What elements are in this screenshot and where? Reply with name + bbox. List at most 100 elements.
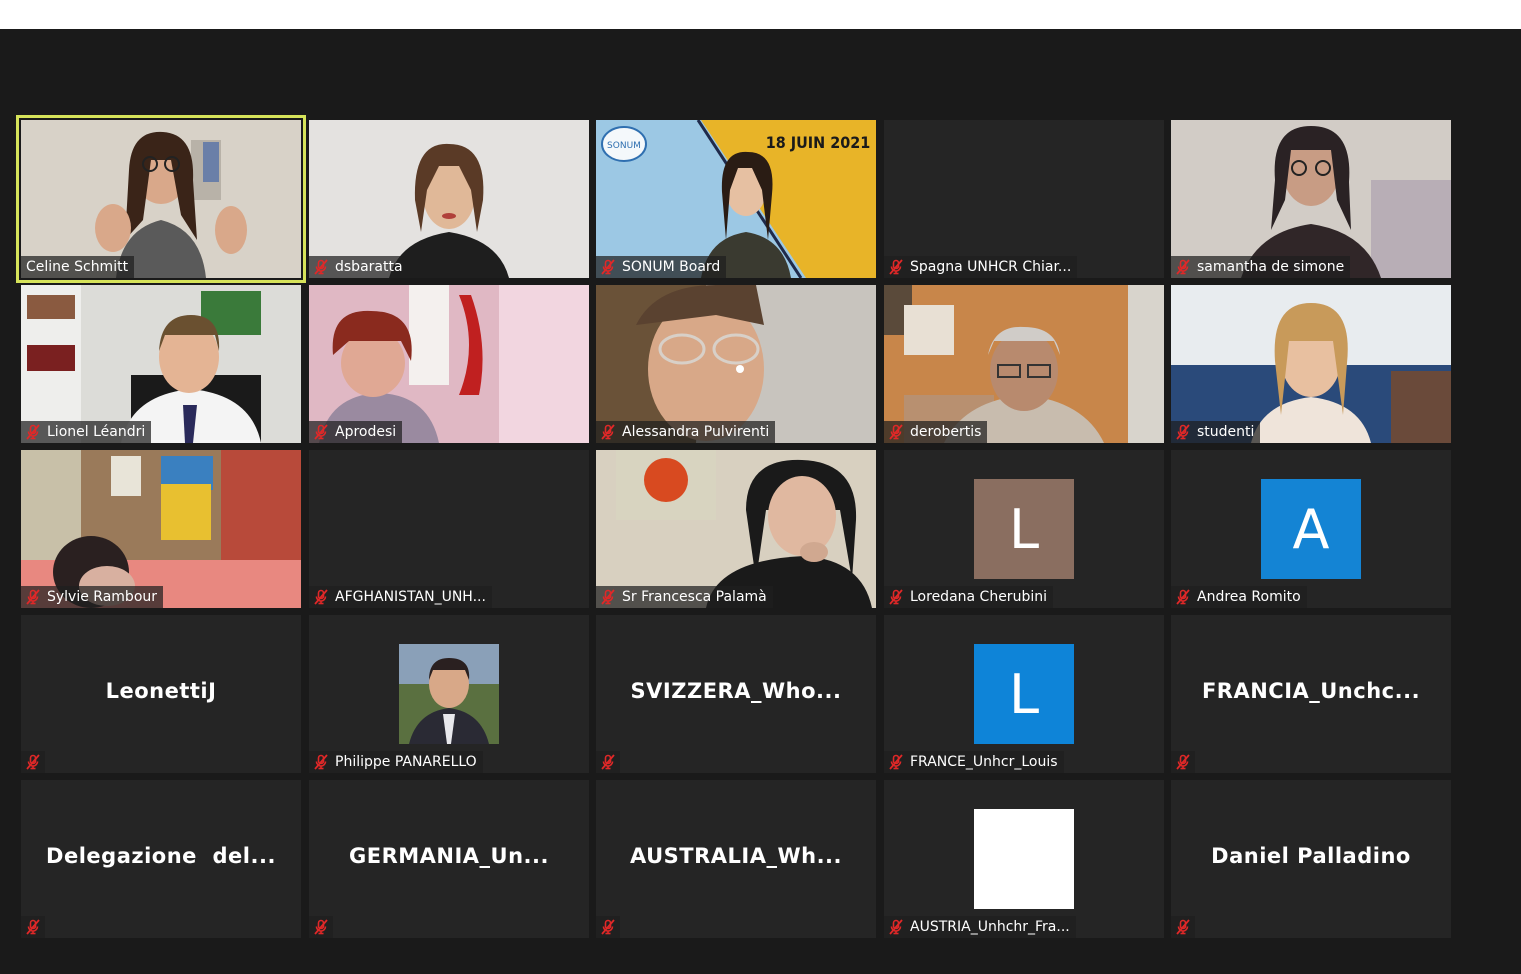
participant-video bbox=[21, 285, 301, 443]
participant-name: Sr Francesca Palamà bbox=[622, 589, 767, 605]
mic-muted-icon bbox=[1175, 754, 1191, 770]
participant-nameplate: Spagna UNHCR Chiar... bbox=[884, 256, 1078, 278]
video-tile-dsbaratta[interactable]: dsbaratta bbox=[309, 120, 589, 278]
video-tile-svizzera-who[interactable]: SVIZZERA_Who... bbox=[596, 615, 876, 773]
participant-nameplate: Andrea Romito bbox=[1171, 586, 1307, 608]
participant-nameplate bbox=[596, 751, 620, 773]
participant-display-name: GERMANIA_Un... bbox=[349, 844, 549, 868]
participant-name: studenti bbox=[1197, 424, 1255, 440]
mic-muted-icon bbox=[1175, 589, 1191, 605]
mic-muted-icon bbox=[313, 424, 329, 440]
avatar: A bbox=[1261, 479, 1361, 579]
participant-name: Sylvie Rambour bbox=[47, 589, 158, 605]
participant-nameplate: Loredana Cherubini bbox=[884, 586, 1053, 608]
participant-video bbox=[1171, 120, 1451, 278]
mic-muted-icon bbox=[313, 754, 329, 770]
video-tile-spagna-unhcr[interactable]: Spagna UNHCR Chiar... bbox=[884, 120, 1164, 278]
video-tile-francia-unchc[interactable]: FRANCIA_Unchc... bbox=[1171, 615, 1451, 773]
avatar-letter: L bbox=[1008, 662, 1040, 726]
video-tile-sonum-board[interactable]: SONUM 18 JUIN 2021 SONUM Board bbox=[596, 120, 876, 278]
participant-nameplate: Lionel Léandri bbox=[21, 421, 152, 443]
participant-name: Aprodesi bbox=[335, 424, 397, 440]
participant-nameplate bbox=[21, 916, 45, 938]
mic-muted-icon bbox=[313, 589, 329, 605]
mic-muted-icon bbox=[1175, 424, 1191, 440]
video-tile-afghanistan-unh[interactable]: AFGHANISTAN_UNH... bbox=[309, 450, 589, 608]
mic-muted-icon bbox=[888, 919, 904, 935]
mic-muted-icon bbox=[25, 589, 41, 605]
participant-name: Lionel Léandri bbox=[47, 424, 146, 440]
mic-muted-icon bbox=[600, 589, 616, 605]
participant-display-name: FRANCIA_Unchc... bbox=[1201, 679, 1421, 703]
participant-name: samantha de simone bbox=[1197, 259, 1345, 275]
video-tile-derobertis[interactable]: derobertis bbox=[884, 285, 1164, 443]
video-tile-australia-wh[interactable]: AUSTRALIA_Wh... bbox=[596, 780, 876, 938]
avatar: L bbox=[974, 644, 1074, 744]
video-tile-alessandra-pulvirenti[interactable]: Alessandra Pulvirenti bbox=[596, 285, 876, 443]
avatar bbox=[974, 809, 1074, 909]
participant-nameplate: derobertis bbox=[884, 421, 988, 443]
participant-video bbox=[21, 450, 301, 608]
profile-photo bbox=[399, 644, 499, 744]
participant-name: AUSTRIA_Unhchr_Fra... bbox=[910, 919, 1070, 935]
participant-nameplate bbox=[1171, 916, 1195, 938]
participant-nameplate bbox=[1171, 751, 1195, 773]
participant-name: Spagna UNHCR Chiar... bbox=[910, 259, 1072, 275]
video-tile-loredana-cherubini[interactable]: L Loredana Cherubini bbox=[884, 450, 1164, 608]
video-tile-austria-unhchr[interactable]: AUSTRIA_Unhchr_Fra... bbox=[884, 780, 1164, 938]
participant-name: dsbaratta bbox=[335, 259, 403, 275]
video-tile-daniel-palladino[interactable]: Daniel Palladino bbox=[1171, 780, 1451, 938]
video-tile-france-unhcr-louis[interactable]: L FRANCE_Unhcr_Louis bbox=[884, 615, 1164, 773]
mic-muted-icon bbox=[888, 424, 904, 440]
video-tile-germania-un[interactable]: GERMANIA_Un... bbox=[309, 780, 589, 938]
participant-name: Andrea Romito bbox=[1197, 589, 1301, 605]
participant-display-name: SVIZZERA_Who... bbox=[630, 679, 842, 703]
participant-name: FRANCE_Unhcr_Louis bbox=[910, 754, 1058, 770]
mic-muted-icon bbox=[25, 424, 41, 440]
participant-name: derobertis bbox=[910, 424, 982, 440]
participant-video bbox=[21, 120, 301, 278]
participant-name: Celine Schmitt bbox=[26, 259, 129, 275]
video-tile-delegazione[interactable]: Delegazione del... bbox=[21, 780, 301, 938]
participant-nameplate: Aprodesi bbox=[309, 421, 403, 443]
mic-muted-icon bbox=[313, 259, 329, 275]
participant-video bbox=[596, 285, 876, 443]
participant-nameplate: AUSTRIA_Unhchr_Fra... bbox=[884, 916, 1076, 938]
mic-muted-icon bbox=[25, 754, 41, 770]
background-date-text: 18 JUIN 2021 bbox=[766, 133, 871, 152]
mic-muted-icon bbox=[888, 589, 904, 605]
video-tile-lionel-leandri[interactable]: Lionel Léandri bbox=[21, 285, 301, 443]
video-tile-leonettij[interactable]: LeonettiJ bbox=[21, 615, 301, 773]
video-tile-samantha-de-simone[interactable]: samantha de simone bbox=[1171, 120, 1451, 278]
participant-nameplate: Sr Francesca Palamà bbox=[596, 586, 773, 608]
sonum-logo-text: SONUM bbox=[607, 141, 641, 151]
video-tile-sylvie-rambour[interactable]: Sylvie Rambour bbox=[21, 450, 301, 608]
avatar: L bbox=[974, 479, 1074, 579]
participant-display-name: AUSTRALIA_Wh... bbox=[629, 844, 843, 868]
avatar-letter: A bbox=[1292, 497, 1330, 561]
participant-video bbox=[1171, 285, 1451, 443]
participant-name: AFGHANISTAN_UNH... bbox=[335, 589, 486, 605]
video-tile-celine-schmitt[interactable]: Celine Schmitt bbox=[16, 115, 306, 283]
mic-muted-icon bbox=[25, 919, 41, 935]
video-tile-andrea-romito[interactable]: A Andrea Romito bbox=[1171, 450, 1451, 608]
participant-name: Loredana Cherubini bbox=[910, 589, 1047, 605]
participant-video bbox=[884, 285, 1164, 443]
participant-display-name: Daniel Palladino bbox=[1211, 844, 1411, 868]
participant-video: SONUM 18 JUIN 2021 bbox=[596, 120, 876, 278]
video-tile-studenti[interactable]: studenti bbox=[1171, 285, 1451, 443]
participant-display-name: Delegazione del... bbox=[46, 844, 276, 868]
participant-name: Alessandra Pulvirenti bbox=[622, 424, 770, 440]
video-tile-aprodesi[interactable]: Aprodesi bbox=[309, 285, 589, 443]
participant-name: Philippe PANARELLO bbox=[335, 754, 477, 770]
participant-nameplate: Sylvie Rambour bbox=[21, 586, 164, 608]
video-tile-sr-francesca-palama[interactable]: Sr Francesca Palamà bbox=[596, 450, 876, 608]
mic-muted-icon bbox=[888, 754, 904, 770]
participant-nameplate: Alessandra Pulvirenti bbox=[596, 421, 776, 443]
participant-nameplate: samantha de simone bbox=[1171, 256, 1351, 278]
participant-nameplate: SONUM Board bbox=[596, 256, 727, 278]
participant-video bbox=[596, 450, 876, 608]
participant-nameplate: studenti bbox=[1171, 421, 1261, 443]
participant-nameplate bbox=[596, 916, 620, 938]
video-tile-philippe-panarello[interactable]: Philippe PANARELLO bbox=[309, 615, 589, 773]
